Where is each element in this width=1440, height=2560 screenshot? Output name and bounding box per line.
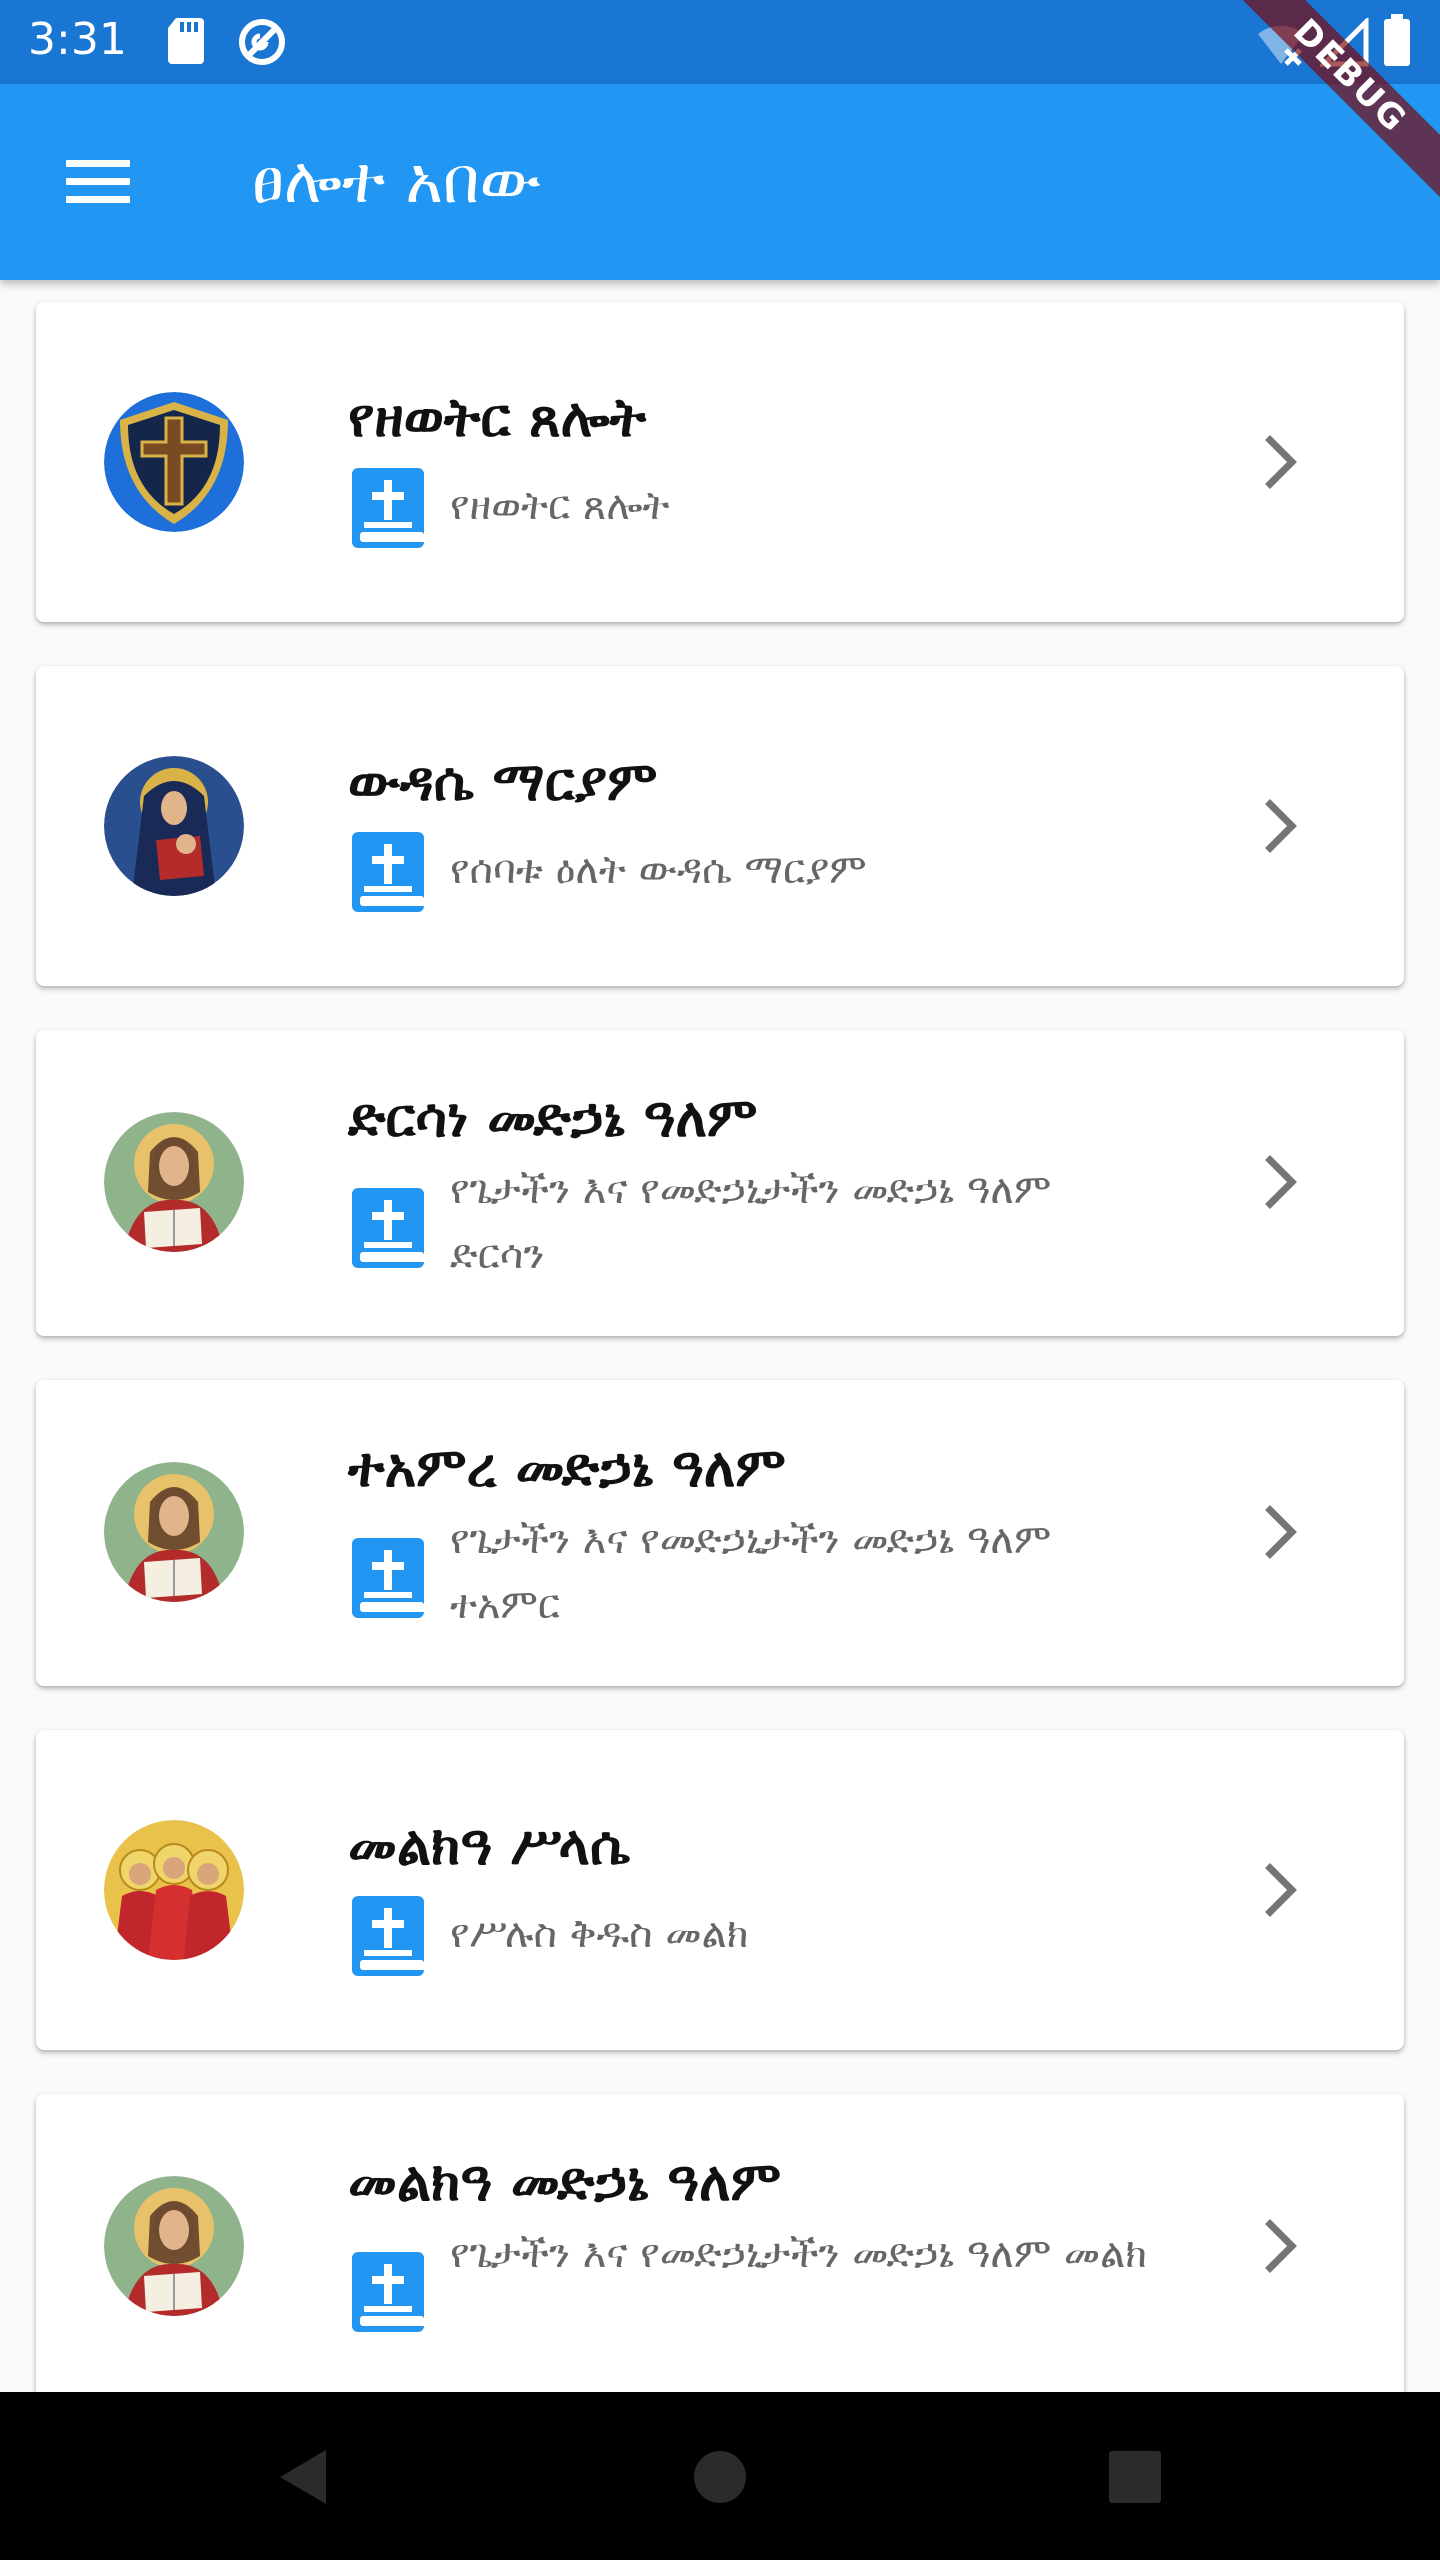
wifi-off-icon	[1258, 25, 1304, 66]
christ-avatar	[104, 1462, 244, 1602]
app-title: ፀሎተ አበው	[252, 144, 542, 218]
battery-icon	[1384, 14, 1410, 66]
list-item[interactable]: ድርሳነ መድኃኔ ዓለም የጌታችን እና የመድኃኒታችን መድኃኔ ዓለም…	[36, 1030, 1404, 1336]
bible-book-icon	[350, 2250, 426, 2334]
list-item-title: መልክዓ መድኃኔ ዓለም	[348, 2150, 782, 2213]
list-item[interactable]: ውዳሴ ማርያም የሰባቱ ዕለት ውዳሴ ማርያም	[36, 666, 1404, 986]
back-icon[interactable]	[258, 2432, 348, 2522]
bible-book-icon	[350, 1186, 426, 1270]
status-bar: 3:31	[0, 0, 1440, 84]
system-nav-bar	[0, 2392, 1440, 2560]
list-item-subtitle: የሰባቱ ዕለት ውዳሴ ማርያም	[450, 847, 867, 893]
list-item[interactable]: ተአምረ መድኃኔ ዓለም የጌታችን እና የመድኃኒታችን መድኃኔ ዓለም…	[36, 1380, 1404, 1686]
list-item-subtitle: የጌታችን እና የመድኃኒታችን መድኃኔ ዓለም ተአምር	[450, 1517, 1052, 1628]
chevron-right-icon	[1254, 794, 1310, 858]
list-item[interactable]: መልክዓ መድኃኔ ዓለም የጌታችን እና የመድኃኒታችን መድኃኔ ዓለም…	[36, 2094, 1404, 2414]
list-item-subtitle: የሥሉስ ቅዱስ መልክ	[450, 1911, 749, 1957]
app-bar: ፀሎተ አበው	[0, 84, 1440, 280]
list-item-title: ውዳሴ ማርያም	[348, 750, 658, 813]
cross-shield-avatar	[104, 392, 244, 532]
bible-book-icon	[350, 1536, 426, 1620]
bible-book-icon	[350, 1894, 426, 1978]
list-item-title: ድርሳነ መድኃኔ ዓለም	[348, 1086, 758, 1149]
chevron-right-icon	[1254, 430, 1310, 494]
christ-avatar	[104, 1112, 244, 1252]
bible-book-icon	[350, 466, 426, 550]
chevron-right-icon	[1254, 1858, 1310, 1922]
chevron-right-icon	[1254, 1500, 1310, 1564]
list-item-subtitle: የዘወትር ጸሎት	[450, 483, 670, 529]
sd-card-icon	[168, 18, 204, 64]
menu-icon[interactable]	[56, 150, 140, 214]
home-icon[interactable]	[675, 2432, 765, 2522]
list-item[interactable]: የዘወትር ጸሎት የዘወትር ጸሎት	[36, 302, 1404, 622]
christ-avatar	[104, 2176, 244, 2316]
recents-icon[interactable]	[1090, 2432, 1180, 2522]
status-time: 3:31	[28, 14, 127, 65]
trinity-avatar	[104, 1820, 244, 1960]
chevron-right-icon	[1254, 1150, 1310, 1214]
bible-book-icon	[350, 830, 426, 914]
sync-icon	[239, 19, 285, 65]
list-item-title: ተአምረ መድኃኔ ዓለም	[348, 1436, 786, 1499]
list-item-subtitle: የጌታችን እና የመድኃኒታችን መድኃኔ ዓለም መልክ	[450, 2231, 1148, 2277]
list-item-subtitle: የጌታችን እና የመድኃኒታችን መድኃኔ ዓለም ድርሳን	[450, 1167, 1052, 1278]
list-item-title: መልክዓ ሥላሴ	[348, 1814, 631, 1877]
signal-icon	[1320, 18, 1369, 67]
list-item-title: የዘወትር ጸሎት	[348, 386, 647, 449]
chevron-right-icon	[1254, 2214, 1310, 2278]
list-item[interactable]: መልክዓ ሥላሴ የሥሉስ ቅዱስ መልክ	[36, 1730, 1404, 2050]
mary-avatar	[104, 756, 244, 896]
